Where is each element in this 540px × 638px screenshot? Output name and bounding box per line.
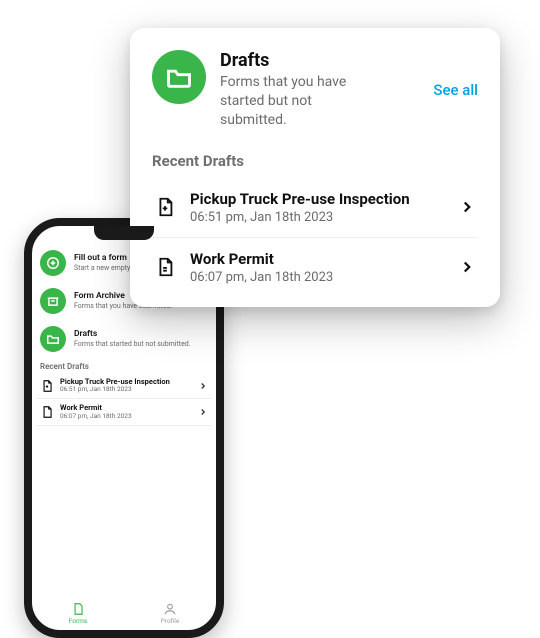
phone-draft-time: 06:07 pm, Jan 18th 2023 [60, 413, 192, 420]
phone-tab-bar: Forms Profile [32, 596, 216, 630]
archive-icon [40, 288, 66, 314]
card-title-block: Drafts Forms that you have started but n… [220, 50, 419, 130]
card-title: Drafts [220, 50, 419, 71]
card-header: Drafts Forms that you have started but n… [152, 50, 478, 130]
tab-forms[interactable]: Forms [32, 596, 124, 630]
card-subtitle: Forms that you have started but not subm… [220, 73, 370, 130]
draft-title: Work Permit [190, 250, 444, 268]
menu-item-title: Drafts [74, 330, 208, 340]
tab-label: Profile [161, 617, 180, 625]
phone-draft-item[interactable]: Pickup Truck Pre-use Inspection 06:51 pm… [36, 373, 212, 399]
draft-item[interactable]: Work Permit 06:07 pm, Jan 18th 2023 [152, 238, 478, 297]
card-section-header: Recent Drafts [152, 152, 478, 170]
document-plus-icon [154, 196, 176, 218]
menu-item-drafts[interactable]: Drafts Forms that started but not submit… [36, 320, 212, 358]
chevron-right-icon [458, 198, 476, 216]
folder-icon [40, 326, 66, 352]
chevron-right-icon [198, 407, 208, 417]
folder-icon [152, 50, 206, 104]
phone-draft-time: 06:51 pm, Jan 18th 2023 [60, 386, 192, 393]
tab-label: Forms [69, 617, 88, 625]
document-icon [154, 256, 176, 278]
draft-time: 06:51 pm, Jan 18th 2023 [190, 210, 444, 225]
tab-profile[interactable]: Profile [124, 596, 216, 630]
profile-tab-icon [163, 602, 177, 616]
drafts-card: Drafts Forms that you have started but n… [130, 28, 500, 307]
chevron-right-icon [458, 258, 476, 276]
menu-item-subtitle: Forms that started but not submitted. [74, 340, 208, 348]
forms-tab-icon [71, 602, 85, 616]
draft-title: Pickup Truck Pre-use Inspection [190, 190, 444, 208]
chevron-right-icon [198, 381, 208, 391]
plus-circle-icon [40, 250, 66, 276]
document-icon [40, 405, 54, 419]
see-all-link[interactable]: See all [433, 81, 478, 99]
document-plus-icon [40, 379, 54, 393]
draft-item[interactable]: Pickup Truck Pre-use Inspection 06:51 pm… [152, 178, 478, 238]
phone-section-header: Recent Drafts [36, 358, 212, 373]
phone-draft-item[interactable]: Work Permit 06:07 pm, Jan 18th 2023 [36, 399, 212, 425]
draft-time: 06:07 pm, Jan 18th 2023 [190, 270, 444, 285]
